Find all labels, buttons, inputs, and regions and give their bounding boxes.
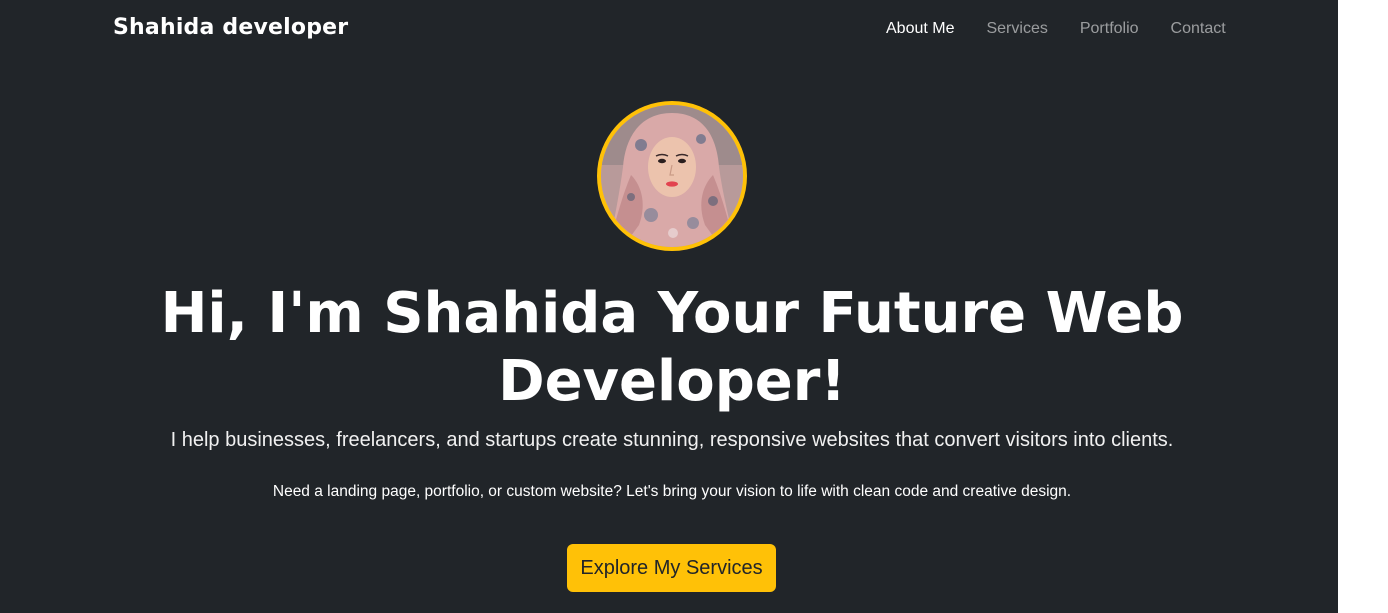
hero-lead-text: I help businesses, freelancers, and star… [170,429,1174,451]
profile-photo-icon [601,105,743,247]
hero-title: Hi, I'm Shahida Your Future Web Develope… [160,281,1184,414]
navbar-links: About Me Services Portfolio Contact [870,18,1238,40]
hero-section: Shahida developer About Me Services Port… [0,0,1338,613]
nav-link-services[interactable]: Services [970,18,1063,40]
nav-link-contact[interactable]: Contact [1155,18,1242,40]
nav-link-portfolio[interactable]: Portfolio [1064,18,1155,40]
hero-subtext: Need a landing page, portfolio, or custo… [272,483,1072,500]
explore-services-button[interactable]: Explore My Services [567,544,776,592]
navbar-brand[interactable]: Shahida developer [113,15,348,40]
nav-link-about-me[interactable]: About Me [870,18,970,40]
page-gutter [1338,0,1388,613]
profile-avatar [597,101,747,251]
